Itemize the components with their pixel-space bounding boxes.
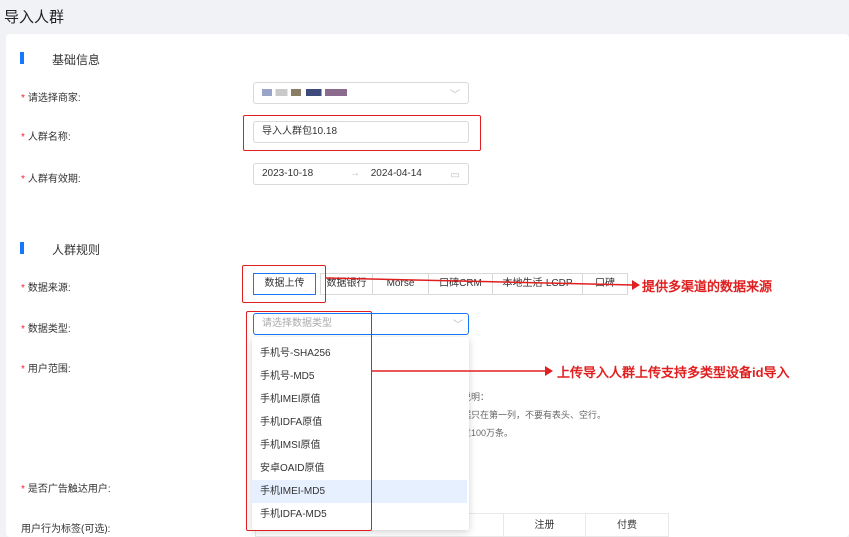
arrow-head-source <box>632 280 640 290</box>
arrow-head-types <box>545 366 553 376</box>
annotation-arrows <box>325 277 640 376</box>
annotation-source: 提供多渠道的数据来源 <box>642 279 773 294</box>
arrow-line-source <box>325 277 634 286</box>
annotation-types: 上传导入人群上传支持多类型设备id导入 <box>557 365 790 380</box>
